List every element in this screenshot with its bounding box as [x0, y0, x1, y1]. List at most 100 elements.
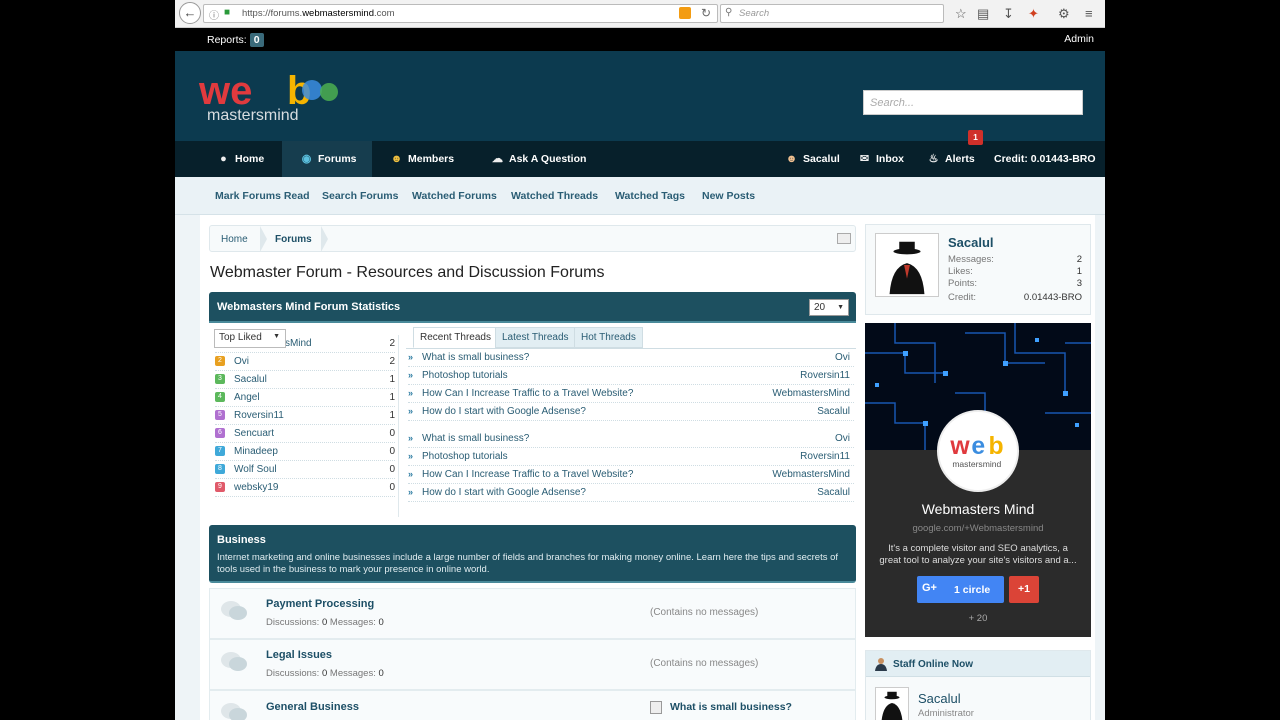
gplus-page-name[interactable]: Webmasters Mind [865, 501, 1091, 517]
subnav-watched-forums[interactable]: Watched Forums [412, 190, 497, 202]
breadcrumb-forums[interactable]: Forums [275, 234, 312, 245]
extension-icon[interactable]: ✦ [1028, 6, 1039, 22]
bell-icon: ♨ [928, 153, 939, 165]
top-liked-row[interactable]: 2 Ovi 2 [215, 353, 395, 371]
reload-icon[interactable]: ↻ [701, 6, 711, 20]
discussions-count: 0 [321, 668, 328, 679]
thread-row: » How Can I Increase Traffic to a Travel … [408, 385, 854, 403]
google-plus-icon: G+ [922, 582, 937, 594]
thread-author[interactable]: WebmastersMind [772, 388, 850, 399]
top-liked-row[interactable]: 3 Sacalul 1 [215, 371, 395, 389]
tab-hot-threads[interactable]: Hot Threads [574, 327, 643, 348]
alerts-count-badge: 1 [968, 130, 983, 145]
site-logo[interactable]: we b mastersmind [197, 68, 377, 124]
nav-members[interactable]: ☻ Members [390, 141, 454, 177]
thread-title[interactable]: How do I start with Google Adsense? [422, 406, 586, 417]
member-name[interactable]: websky19 [234, 482, 278, 493]
gplus-page-url[interactable]: google.com/+Webmastersmind [865, 523, 1091, 534]
gplus-profile-logo[interactable]: w e b mastersmind [937, 410, 1019, 492]
reports-label: Reports: [207, 34, 247, 46]
rank-badge: 8 [215, 464, 225, 474]
breadcrumb-separator [260, 226, 267, 252]
rss-icon[interactable] [679, 7, 691, 19]
member-name[interactable]: Roversin11 [234, 410, 284, 421]
reading-list-icon[interactable]: ▤ [977, 6, 989, 22]
reports-link[interactable]: Reports: 0 [207, 33, 264, 47]
forum-row[interactable]: Payment Processing Discussions: 0 Messag… [209, 588, 856, 639]
nav-home[interactable]: ● Home [217, 141, 264, 177]
browser-search-bar[interactable]: ⚲ Search [720, 4, 944, 23]
gplus-plus-one-button[interactable]: +1 [1009, 576, 1039, 603]
member-name[interactable]: Angel [234, 392, 260, 403]
site-search-input[interactable]: Search... [863, 90, 1083, 115]
back-button[interactable]: ← [179, 2, 201, 24]
avatar[interactable] [875, 233, 939, 297]
top-liked-row[interactable]: 9 websky19 0 [215, 479, 395, 497]
staff-member-name[interactable]: Sacalul [918, 691, 961, 706]
thread-title[interactable]: What is small business? [422, 433, 529, 444]
tab-latest-threads[interactable]: Latest Threads [495, 327, 576, 348]
member-name[interactable]: Sencuart [234, 428, 274, 439]
forum-title[interactable]: Payment Processing [266, 598, 374, 610]
tab-recent-threads[interactable]: Recent Threads [413, 327, 498, 348]
info-icon[interactable]: ⓘ [209, 7, 219, 22]
address-bar[interactable]: ⓘ ■ https://forums.webmastersmind.com ↻ [203, 4, 718, 23]
subnav-new-posts[interactable]: New Posts [702, 190, 755, 202]
member-name[interactable]: Wolf Soul [234, 464, 277, 475]
member-name[interactable]: Minadeep [234, 446, 278, 457]
forum-title[interactable]: Legal Issues [266, 649, 332, 661]
nav-alerts[interactable]: ♨ Alerts [927, 141, 975, 177]
thread-author[interactable]: Roversin11 [800, 370, 850, 381]
breadcrumb-home[interactable]: Home [221, 234, 248, 245]
download-icon[interactable]: ↧ [1003, 6, 1014, 22]
thread-title[interactable]: How Can I Increase Traffic to a Travel W… [422, 469, 633, 480]
thread-title[interactable]: Photoshop tutorials [422, 451, 508, 462]
member-name[interactable]: Sacalul [234, 374, 267, 385]
thread-author[interactable]: WebmastersMind [772, 469, 850, 480]
member-name[interactable]: Ovi [234, 356, 249, 367]
user-icon: ☻ [785, 153, 798, 165]
thread-title[interactable]: How Can I Increase Traffic to a Travel W… [422, 388, 633, 399]
thread-title[interactable]: Photoshop tutorials [422, 370, 508, 381]
top-liked-row[interactable]: 6 Sencuart 0 [215, 425, 395, 443]
forum-title[interactable]: General Business [266, 701, 359, 713]
subnav-mark-read[interactable]: Mark Forums Read [215, 190, 310, 202]
thread-title[interactable]: What is small business? [422, 352, 529, 363]
forum-row[interactable]: General Business What is small business? [209, 690, 856, 720]
nav-credit[interactable]: Credit: 0.01443-BRO [994, 141, 1096, 177]
bookmark-star-icon[interactable]: ☆ [955, 6, 967, 22]
profile-name[interactable]: Sacalul [948, 235, 994, 250]
staff-member-role: Administrator [918, 708, 974, 719]
thread-author[interactable]: Sacalul [817, 406, 850, 417]
subnav-watched-threads[interactable]: Watched Threads [511, 190, 598, 202]
top-liked-row[interactable]: 7 Minadeep 0 [215, 443, 395, 461]
nav-inbox[interactable]: ✉ Inbox [858, 141, 904, 177]
top-liked-dropdown[interactable]: Top Liked ▼ [214, 329, 286, 348]
thread-author[interactable]: Sacalul [817, 487, 850, 498]
nav-user[interactable]: ☻ Sacalul [785, 141, 840, 177]
thread-author[interactable]: Ovi [835, 352, 850, 363]
gplus-follower-count: + 20 [968, 613, 988, 624]
top-liked-row[interactable]: 8 Wolf Soul 0 [215, 461, 395, 479]
top-liked-row[interactable]: 5 Roversin11 1 [215, 407, 395, 425]
nav-forums[interactable]: ◉ Forums [282, 141, 372, 177]
addon-icon[interactable]: ⚙ [1058, 6, 1070, 22]
thread-author[interactable]: Ovi [835, 433, 850, 444]
admin-link[interactable]: Admin [1064, 33, 1094, 45]
sitemap-icon[interactable] [837, 233, 851, 244]
forum-row[interactable]: Legal Issues Discussions: 0 Messages: 0 … [209, 639, 856, 690]
category-title[interactable]: Business [217, 534, 266, 546]
thread-title[interactable]: How do I start with Google Adsense? [422, 487, 586, 498]
stats-count-select[interactable]: 20 ▼ [809, 299, 849, 316]
nav-ask-label: Ask A Question [509, 153, 587, 165]
gplus-circle-button[interactable]: G+ 1 circle [917, 576, 1004, 603]
avatar[interactable] [875, 687, 909, 720]
thread-author[interactable]: Roversin11 [800, 451, 850, 462]
document-icon [650, 701, 662, 714]
subnav-watched-tags[interactable]: Watched Tags [615, 190, 685, 202]
forum-last-thread[interactable]: What is small business? [670, 701, 792, 713]
top-liked-row[interactable]: 4 Angel 1 [215, 389, 395, 407]
menu-icon[interactable]: ≡ [1085, 6, 1093, 21]
subnav-search-forums[interactable]: Search Forums [322, 190, 398, 202]
nav-ask-question[interactable]: ☁ Ask A Question [491, 141, 586, 177]
